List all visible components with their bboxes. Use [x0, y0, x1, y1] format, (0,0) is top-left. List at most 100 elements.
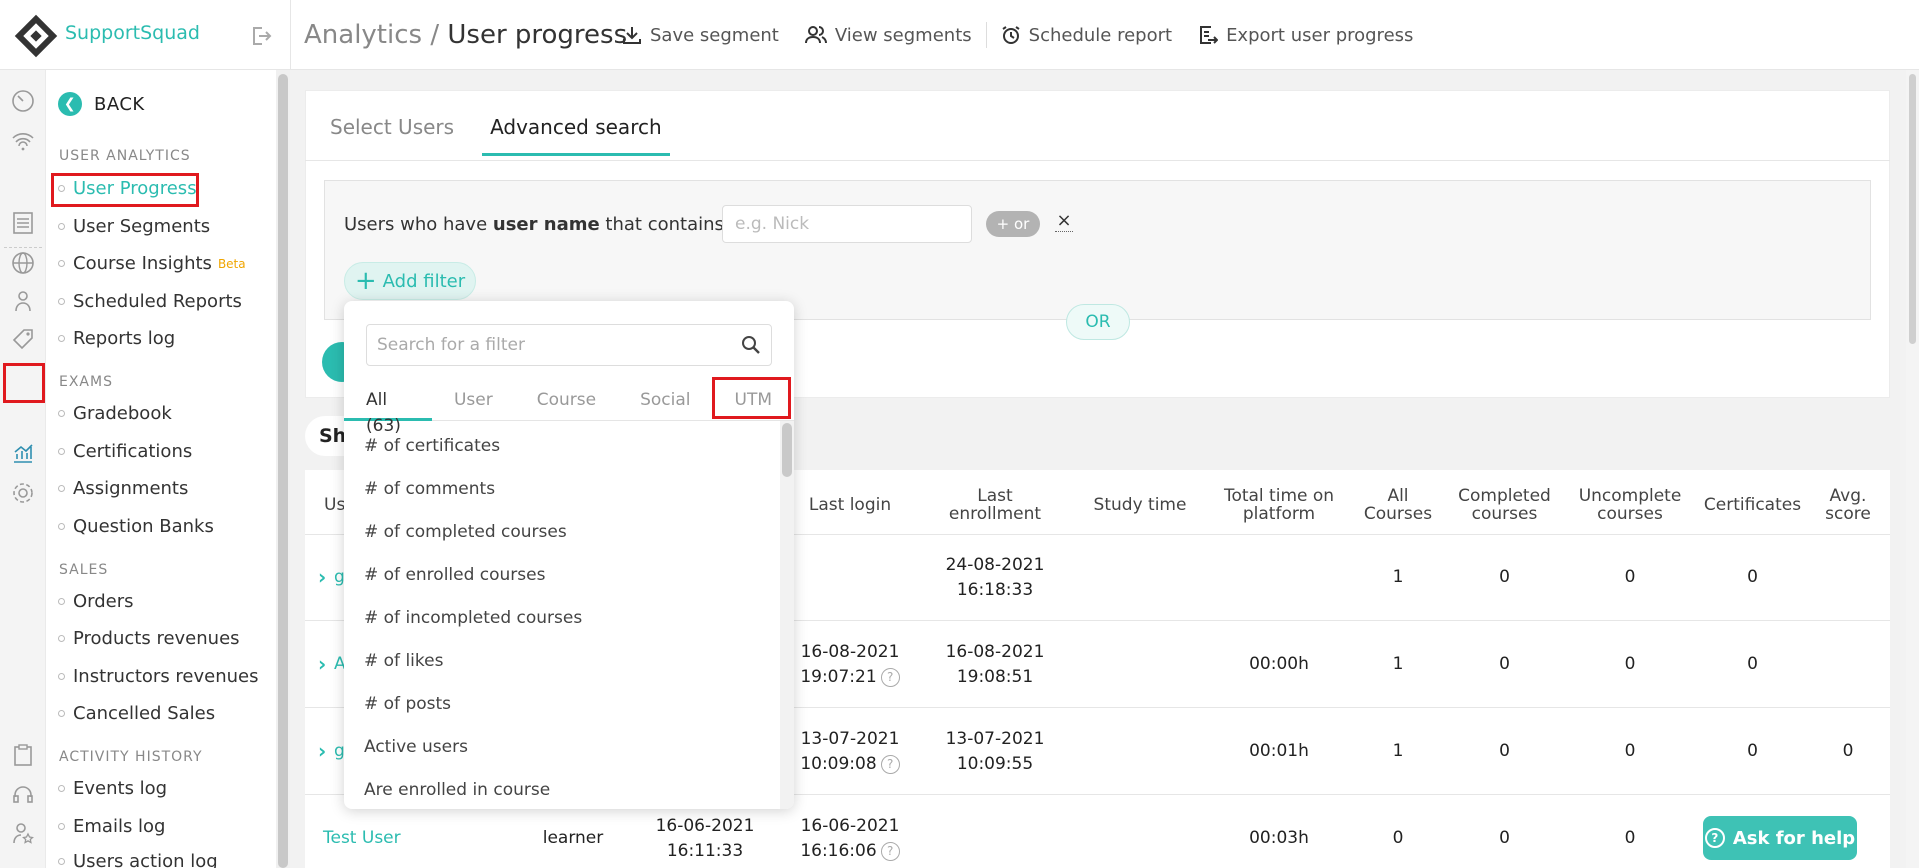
filter-list-scrollbar[interactable]: [780, 421, 794, 809]
column-header-last-login[interactable]: Last login: [800, 496, 900, 514]
filter-option[interactable]: # of incompleted courses: [344, 597, 774, 640]
filter-tab-all[interactable]: All (63): [344, 387, 432, 436]
back-button[interactable]: ❮ BACK: [58, 92, 145, 116]
column-header-total-time[interactable]: Total time on platform: [1214, 487, 1344, 523]
export-icon: [1200, 26, 1219, 44]
plus-icon: +: [354, 266, 377, 296]
last-login-time: 19:07:21: [800, 667, 877, 687]
main-scrollbar-thumb[interactable]: [1909, 74, 1916, 344]
schedule-report-button[interactable]: Schedule report: [1001, 25, 1172, 46]
collapse-sidebar-icon[interactable]: [250, 25, 272, 47]
tab-advanced-search[interactable]: Advanced search: [482, 115, 670, 156]
tag-icon[interactable]: [10, 326, 36, 352]
brand-logo-icon[interactable]: [14, 14, 58, 58]
export-user-progress-button[interactable]: Export user progress: [1198, 25, 1413, 46]
last-enrollment-date: 16-08-2021: [945, 642, 1045, 662]
column-header-avg-score[interactable]: Avg. score: [1818, 487, 1878, 523]
filter-option[interactable]: Are enrolled in course: [344, 769, 774, 809]
sidebar-item-course-insights[interactable]: Course Insights Beta: [58, 253, 246, 274]
filter-search-placeholder: Search for a filter: [377, 335, 525, 355]
sidebar-item-products-revenues[interactable]: Products revenues: [58, 628, 240, 649]
search-tabs: Select Users Advanced search: [330, 115, 706, 156]
filter-tab-user[interactable]: User: [432, 387, 515, 421]
column-header-uncomplete-courses[interactable]: Uncomplete courses: [1570, 487, 1690, 523]
column-header-certificates[interactable]: Certificates: [1700, 496, 1805, 514]
sidebar-item-scheduled-reports[interactable]: Scheduled Reports: [58, 291, 242, 312]
total-time-cell: 00:00h: [1249, 654, 1309, 674]
filter-option[interactable]: # of comments: [344, 468, 774, 511]
filter-option[interactable]: # of posts: [344, 683, 774, 726]
filter-option[interactable]: # of completed courses: [344, 511, 774, 554]
sidebar-item-users-action-log[interactable]: Users action log: [58, 851, 218, 868]
user-star-icon[interactable]: [10, 820, 36, 846]
globe-icon[interactable]: [10, 250, 36, 276]
column-header-last-enrollment[interactable]: Last enrollment: [940, 487, 1050, 523]
ask-for-help-button[interactable]: ? Ask for help: [1703, 816, 1857, 860]
save-segment-button[interactable]: Save segment: [622, 25, 779, 46]
headset-icon[interactable]: [10, 782, 36, 808]
last-enrollment-cell: 16-08-2021 19:08:51: [940, 640, 1050, 690]
filter-tab-course[interactable]: Course: [515, 387, 618, 421]
expand-row-icon[interactable]: ›: [318, 739, 326, 763]
help-circle-icon[interactable]: ?: [880, 841, 900, 861]
beta-badge: Beta: [217, 256, 246, 271]
certificates-cell: 0: [1747, 654, 1758, 674]
sidebar-item-orders[interactable]: Orders: [58, 591, 134, 612]
sidebar-item-reports-log[interactable]: Reports log: [58, 328, 175, 349]
column-header-all-courses[interactable]: All Courses: [1358, 487, 1438, 523]
sidebar-item-label: User Segments: [73, 216, 211, 237]
sidebar-item-assignments[interactable]: Assignments: [58, 478, 188, 499]
sidebar-item-label: Scheduled Reports: [73, 291, 242, 312]
add-or-condition-button[interactable]: + or: [986, 211, 1040, 237]
sidebar-item-question-banks[interactable]: Question Banks: [58, 516, 214, 537]
column-header-completed-courses[interactable]: Completed courses: [1452, 487, 1557, 523]
analytics-chart-icon[interactable]: [10, 440, 36, 466]
rail-divider: [4, 247, 42, 248]
add-filter-label: Add filter: [382, 270, 466, 292]
filter-option[interactable]: # of likes: [344, 640, 774, 683]
or-group-button[interactable]: OR: [1066, 304, 1130, 340]
filter-value-input[interactable]: e.g. Nick: [722, 205, 972, 243]
wifi-icon[interactable]: [10, 128, 36, 154]
filter-field[interactable]: user name: [493, 214, 600, 235]
search-icon: [742, 336, 760, 354]
clipboard-icon[interactable]: [10, 742, 36, 768]
users-icon: [804, 26, 827, 44]
expand-row-icon[interactable]: ›: [318, 652, 326, 676]
help-circle-icon[interactable]: ?: [880, 667, 900, 687]
remove-filter-button[interactable]: ×: [1055, 210, 1073, 232]
view-segments-button[interactable]: View segments: [804, 25, 972, 46]
sidebar-item-cancelled-sales[interactable]: Cancelled Sales: [58, 703, 215, 724]
user-progress-highlight: [51, 173, 199, 207]
uncomplete-courses-cell: 0: [1624, 567, 1636, 587]
user-badge-icon[interactable]: [10, 288, 36, 314]
sidebar-item-label: Question Banks: [73, 516, 214, 537]
sidebar-item-emails-log[interactable]: Emails log: [58, 816, 165, 837]
filter-option[interactable]: Active users: [344, 726, 774, 769]
help-circle-icon[interactable]: ?: [880, 754, 900, 774]
user-name-link[interactable]: Test User: [323, 826, 401, 851]
filter-option[interactable]: # of enrolled courses: [344, 554, 774, 597]
settings-gear-icon[interactable]: [10, 480, 36, 506]
sidebar-item-gradebook[interactable]: Gradebook: [58, 403, 172, 424]
filter-operator[interactable]: that contains: [600, 214, 723, 235]
add-filter-button[interactable]: + Add filter: [344, 262, 476, 300]
filter-search-input[interactable]: Search for a filter: [366, 324, 772, 366]
sidebar-item-label: Certifications: [73, 441, 193, 462]
filter-tab-social[interactable]: Social: [618, 387, 712, 421]
content-list-icon[interactable]: [10, 210, 36, 236]
column-header-user[interactable]: Us: [324, 496, 345, 514]
sidebar-item-user-segments[interactable]: User Segments: [58, 216, 210, 237]
column-header-study-time[interactable]: Study time: [1085, 496, 1195, 514]
sidebar-item-instructors-revenues[interactable]: Instructors revenues: [58, 666, 259, 687]
breadcrumb-analytics[interactable]: Analytics: [304, 20, 422, 50]
filter-list-scrollbar-thumb[interactable]: [782, 423, 792, 477]
sidebar-item-certifications[interactable]: Certifications: [58, 441, 192, 462]
sidebar-item-events-log[interactable]: Events log: [58, 778, 167, 799]
dashboard-gauge-icon[interactable]: [10, 88, 36, 114]
brand-name[interactable]: SupportSquad: [65, 22, 200, 44]
expand-row-icon[interactable]: ›: [318, 565, 326, 589]
filter-option[interactable]: # of certificates: [344, 425, 774, 468]
tab-select-users[interactable]: Select Users: [330, 115, 454, 156]
sidebar-scrollbar-thumb[interactable]: [278, 74, 288, 868]
